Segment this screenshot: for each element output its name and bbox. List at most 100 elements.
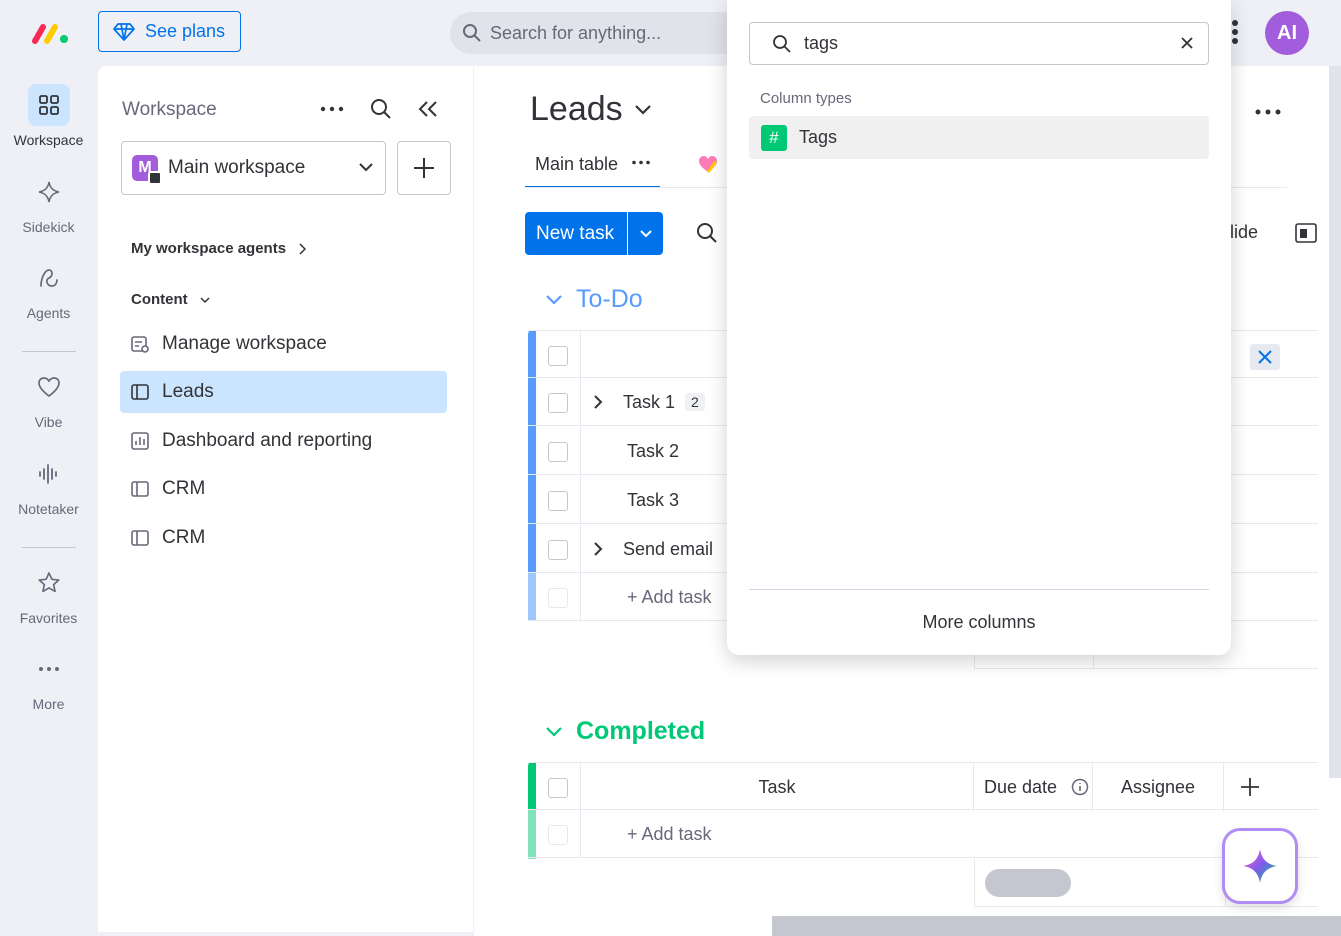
row-checkbox[interactable] (548, 491, 568, 511)
vertical-scrollbar[interactable] (1329, 66, 1341, 778)
group-title-completed[interactable]: Completed (546, 717, 705, 746)
column-search-value: tags (804, 33, 839, 53)
column-header-assignee[interactable]: Assignee (1092, 763, 1224, 811)
rail-item-notetaker[interactable]: Notetaker (0, 453, 97, 517)
user-avatar[interactable]: AI (1265, 11, 1309, 55)
workspace-title: Workspace (122, 99, 217, 120)
see-plans-button[interactable]: See plans (98, 11, 241, 52)
global-search-input[interactable]: Search for anything... (450, 12, 750, 54)
vibe-heart-icon[interactable] (698, 155, 718, 173)
nav-item-crm[interactable]: CRM (120, 517, 447, 559)
diamond-icon (113, 22, 135, 42)
chevron-down-icon (200, 296, 210, 304)
task-name-cell[interactable]: Send email (580, 525, 713, 573)
rail-item-vibe[interactable]: Vibe (0, 366, 97, 430)
board-icon (130, 480, 150, 498)
task-name-cell[interactable]: Task 1 2 (580, 378, 705, 426)
chevron-right-icon (298, 243, 307, 255)
select-all-checkbox[interactable] (548, 346, 568, 366)
rail-item-more[interactable]: More (0, 648, 97, 712)
chevron-down-icon (546, 726, 562, 737)
row-checkbox-disabled (548, 588, 568, 608)
group-title-todo[interactable]: To-Do (546, 285, 643, 314)
add-task-cell[interactable]: + Add task (580, 573, 712, 621)
select-all-checkbox[interactable] (548, 778, 568, 798)
add-column-icon[interactable] (1240, 777, 1260, 797)
grid-icon (27, 84, 70, 126)
row-checkbox[interactable] (548, 540, 568, 560)
star-icon (28, 562, 70, 604)
more-columns-button[interactable]: More columns (749, 600, 1209, 644)
add-task-label: + Add task (627, 586, 712, 607)
clear-search-icon[interactable] (1180, 36, 1194, 50)
chevron-right-icon[interactable] (593, 541, 603, 557)
horizontal-scrollbar[interactable] (772, 916, 1341, 936)
monday-logo[interactable] (32, 21, 72, 45)
chevron-down-icon (546, 294, 562, 305)
search-icon[interactable] (370, 98, 392, 120)
content-label: Content (131, 291, 188, 308)
row-checkbox[interactable] (548, 442, 568, 462)
add-workspace-item-button[interactable] (397, 141, 451, 195)
task-name-cell[interactable]: Task 3 (580, 476, 679, 524)
rail-item-workspace[interactable]: Workspace (0, 84, 97, 148)
rail-label: Sidekick (22, 219, 75, 235)
rail-label: Notetaker (18, 501, 79, 517)
home-icon (148, 171, 162, 185)
rail-label: Vibe (34, 414, 63, 430)
task-name-cell[interactable]: Task 2 (580, 427, 679, 475)
add-task-row[interactable]: + Add task (528, 810, 1318, 858)
plus-icon (414, 158, 434, 178)
ai-assistant-button[interactable] (1222, 828, 1298, 904)
see-plans-label: See plans (145, 21, 226, 41)
tags-icon: # (761, 124, 787, 151)
content-section-toggle[interactable]: Content (131, 291, 210, 308)
column-search-input[interactable]: tags (749, 22, 1209, 65)
nav-item-manage-workspace[interactable]: Manage workspace (120, 323, 447, 365)
tab-label: Main table (535, 154, 619, 174)
column-header-task[interactable]: Task (580, 763, 974, 811)
more-horizontal-icon[interactable] (1255, 109, 1281, 115)
nav-item-label: Leads (162, 381, 214, 402)
popover-divider (749, 589, 1209, 590)
sidebar-layout-icon[interactable] (1295, 223, 1317, 243)
board-title-text: Leads (530, 90, 623, 128)
nav-item-dashboard[interactable]: Dashboard and reporting (120, 420, 447, 462)
board-title[interactable]: Leads (530, 90, 651, 129)
rail-item-favorites[interactable]: Favorites (0, 562, 97, 626)
audio-wave-icon (28, 453, 70, 495)
rail-item-sidekick[interactable]: Sidekick (0, 171, 97, 235)
workspace-agents-link[interactable]: My workspace agents (131, 240, 307, 257)
column-picker-popover: tags Column types # Tags More columns (727, 0, 1231, 655)
search-icon[interactable] (696, 222, 718, 244)
more-horizontal-icon[interactable] (632, 160, 650, 165)
workspace-agents-label: My workspace agents (131, 240, 287, 257)
row-checkbox[interactable] (548, 393, 568, 413)
sparkle-icon (1243, 849, 1277, 883)
rail-item-agents[interactable]: Agents (0, 257, 97, 321)
search-placeholder: Search for anything... (490, 22, 662, 43)
chevron-right-icon[interactable] (593, 394, 603, 410)
task-name: Send email (623, 538, 714, 559)
tab-main-table[interactable]: Main table (525, 152, 661, 188)
add-task-label: + Add task (627, 823, 712, 844)
chevron-down-icon[interactable] (627, 212, 663, 255)
column-header-due-date[interactable]: Due date (974, 763, 1092, 811)
nav-item-leads[interactable]: Leads (120, 371, 447, 413)
left-rail: Workspace Sidekick Agents Vibe Notetaker… (0, 66, 97, 936)
nav-item-label: Manage workspace (162, 333, 327, 354)
column-option-tags[interactable]: # Tags (749, 116, 1209, 159)
more-horizontal-icon[interactable] (320, 106, 344, 112)
dashboard-icon (130, 431, 150, 451)
timeline-summary-bar (985, 869, 1071, 897)
info-icon[interactable] (1071, 778, 1089, 796)
add-task-cell[interactable]: + Add task (580, 810, 712, 858)
nav-item-crm[interactable]: CRM (120, 468, 447, 510)
agents-icon (28, 257, 70, 299)
hide-button-partial[interactable]: lide (1230, 222, 1258, 243)
rail-label: Agents (26, 305, 71, 321)
collapse-icon[interactable] (418, 100, 438, 118)
new-task-button[interactable]: New task (525, 212, 663, 255)
close-icon[interactable] (1250, 344, 1280, 370)
workspace-selector[interactable]: M Main workspace (121, 141, 386, 195)
